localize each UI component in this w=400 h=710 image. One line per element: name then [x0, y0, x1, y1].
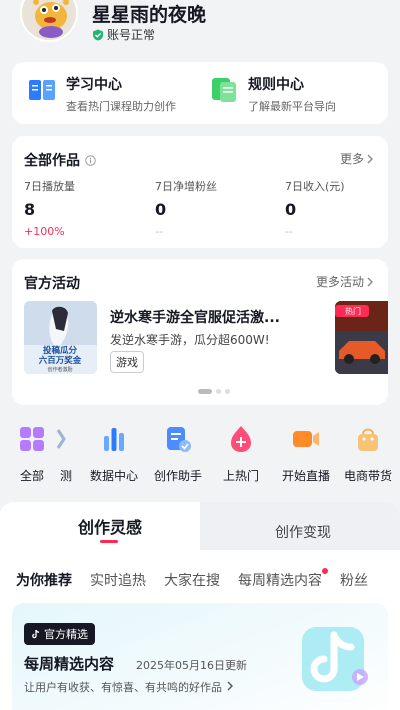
tool-data-center[interactable]: 数据中心: [84, 424, 144, 484]
new-dot: [322, 568, 328, 574]
activities-card: 官方活动 更多活动 投稿瓜分 六百万奖金 创作者激励 逆水寒手游全官服促活激..…: [12, 259, 388, 405]
learning-center-title: 学习中心: [66, 77, 122, 93]
activities-more-link[interactable]: 更多活动: [316, 273, 374, 290]
tool-ecommerce[interactable]: 电商带货: [338, 424, 398, 484]
tool-label: 数据中心: [89, 469, 138, 483]
info-icon[interactable]: [85, 154, 96, 166]
tab-monetize[interactable]: 创作变现: [228, 522, 378, 542]
poster-text-3: 创作者激励: [47, 366, 72, 373]
stat-followers[interactable]: 7日净增粉丝 0 --: [155, 178, 217, 238]
stat-value: 0: [285, 200, 297, 219]
account-status-text: 账号正常: [107, 28, 156, 42]
rules-icon: [212, 78, 236, 102]
partial-icon: [56, 429, 66, 449]
chart-icon: [104, 428, 124, 451]
activity-poster[interactable]: 投稿瓜分 六百万奖金 创作者激励: [24, 301, 97, 374]
stat-label: 7日收入(元): [285, 180, 345, 193]
works-title-text: 全部作品: [24, 153, 80, 169]
weekly-picks-card[interactable]: 官方精选 每周精选内容 2025年05月16日更新 让用户有收获、有惊喜、有共鸣…: [12, 603, 388, 710]
tab-inspiration[interactable]: 创作灵感: [0, 514, 220, 538]
sub-tabs: 为你推荐 实时追热 大家在搜 每周精选内容 粉丝: [16, 568, 386, 590]
learning-center[interactable]: 学习中心 查看热门课程助力创作: [26, 74, 176, 114]
stat-change: --: [155, 225, 163, 238]
weekly-desc-text: 让用户有收获、有惊喜、有共鸣的好作品: [24, 681, 222, 694]
stat-income[interactable]: 7日收入(元) 0 --: [285, 178, 345, 238]
chevron-right-icon: [227, 681, 233, 691]
activity-desc: 发逆水寒手游，瓜分超600W!: [110, 333, 270, 347]
tool-label: 创作助手: [153, 469, 202, 483]
official-badge-text: 官方精选: [44, 628, 88, 641]
shopping-bag-icon: [358, 428, 378, 451]
tiktok-icon: [32, 629, 40, 639]
inspiration-panel: 创作灵感 创作变现 为你推荐 实时追热 大家在搜 每周精选内容 粉丝 官方精选 …: [0, 502, 400, 710]
stat-change: +100%: [24, 225, 65, 238]
rules-center-subtitle: 了解最新平台导向: [248, 100, 336, 113]
stat-label: 7日净增粉丝: [155, 180, 217, 193]
tool-partial[interactable]: 测: [52, 424, 80, 484]
next-activity-tag: 热门: [345, 306, 361, 316]
subtab-trending[interactable]: 实时追热: [90, 570, 146, 590]
book-icon: [29, 80, 55, 100]
tool-label: 电商带货: [343, 469, 392, 483]
active-tab-indicator: [100, 540, 118, 543]
subtab-searching[interactable]: 大家在搜: [164, 570, 220, 590]
tool-live[interactable]: 开始直播: [276, 424, 336, 484]
activity-tag: 游戏: [110, 351, 144, 373]
stat-label: 7日播放量: [24, 180, 75, 193]
works-more-link[interactable]: 更多: [340, 150, 374, 167]
rules-center-title: 规则中心: [248, 77, 304, 93]
tool-label: 上热门: [222, 469, 259, 483]
tool-label: 开始直播: [281, 469, 330, 483]
chevron-right-icon: [367, 277, 373, 286]
chevron-right-icon: [367, 154, 373, 163]
carousel-dots: [198, 389, 230, 394]
poster-text-1: 投稿瓜分: [43, 345, 78, 356]
douyin-logo-icon: [302, 627, 368, 691]
account-status: 账号正常: [92, 26, 155, 43]
official-badge: 官方精选: [24, 623, 95, 645]
grid-icon: [20, 427, 44, 451]
username: 星星雨的夜晚: [92, 4, 207, 26]
activity-title[interactable]: 逆水寒手游全官服促活激...: [110, 307, 310, 327]
works-title: 全部作品: [24, 150, 96, 170]
tools-row: 全部 测 数据中心 创作助手 上热门 开始直播 电商带货: [0, 424, 400, 484]
carousel-dot: [198, 389, 212, 394]
stat-change: --: [285, 225, 293, 238]
works-card: 全部作品 更多 7日播放量 8 +100% 7日净增粉丝 0 -- 7日收入(元…: [12, 136, 388, 248]
weekly-desc: 让用户有收获、有惊喜、有共鸣的好作品: [24, 679, 234, 695]
hot-icon: [231, 426, 251, 452]
shield-check-icon: [93, 29, 103, 40]
rules-center[interactable]: 规则中心 了解最新平台导向: [208, 74, 336, 114]
works-more-text: 更多: [339, 152, 364, 166]
centers-card: 学习中心 查看热门课程助力创作 规则中心 了解最新平台导向: [12, 62, 388, 124]
tool-label: 测: [59, 469, 72, 483]
stat-value: 8: [24, 200, 36, 219]
carousel-dot: [216, 389, 221, 394]
live-icon: [293, 431, 319, 447]
assistant-icon: [167, 427, 191, 452]
tool-assistant[interactable]: 创作助手: [148, 424, 208, 484]
avatar[interactable]: [20, 0, 78, 42]
tool-hot[interactable]: 上热门: [211, 424, 271, 484]
poster-text-2: 六百万奖金: [39, 355, 82, 366]
learning-center-subtitle: 查看热门课程助力创作: [66, 100, 176, 113]
profile-header: 星星雨的夜晚 账号正常: [0, 0, 400, 60]
subtab-weekly[interactable]: 每周精选内容: [238, 568, 328, 590]
activities-title: 官方活动: [24, 276, 80, 292]
next-activity-poster[interactable]: 热门: [335, 301, 388, 374]
weekly-title: 每周精选内容: [24, 655, 115, 673]
activities-more-text: 更多活动: [315, 275, 364, 289]
weekly-date: 2025年05月16日更新: [136, 659, 247, 672]
subtab-weekly-text: 每周精选内容: [238, 573, 322, 589]
subtab-recommend[interactable]: 为你推荐: [16, 570, 72, 590]
subtab-fans[interactable]: 粉丝: [340, 570, 368, 590]
stat-plays[interactable]: 7日播放量 8 +100%: [24, 178, 75, 238]
stat-value: 0: [155, 200, 167, 219]
carousel-dot: [225, 389, 230, 394]
